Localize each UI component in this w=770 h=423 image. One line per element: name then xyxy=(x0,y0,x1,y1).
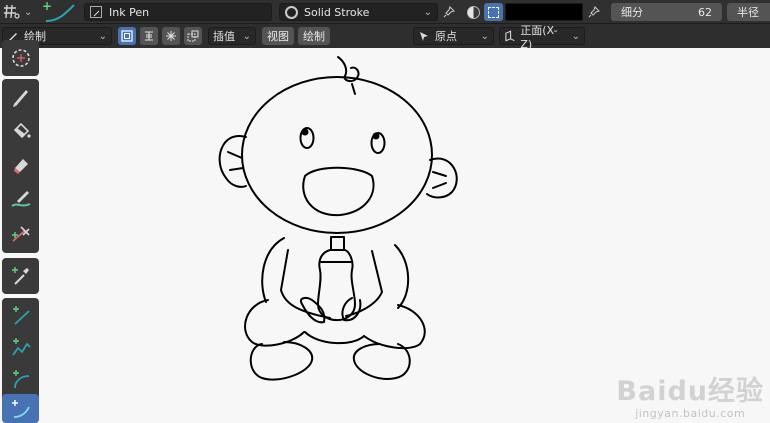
mouth-stroke xyxy=(302,166,375,217)
watermark-logo: Baidu经验 xyxy=(616,376,764,407)
header-bar: ⌄ + Ink Pen Solid Stroke ⌄ 细分 62 半径 xyxy=(0,0,770,24)
thickness-value: 62 xyxy=(698,5,712,19)
hair-curl-stroke xyxy=(337,56,360,95)
left-arm-stroke xyxy=(280,249,331,319)
drawing-plane-selector[interactable]: 正面(X-Z) ⌄ xyxy=(499,24,585,51)
arc-tool[interactable] xyxy=(2,362,39,396)
viewport-canvas[interactable]: Baidu经验 jingyan.baidu.com xyxy=(0,48,770,423)
radius-label: 半径 xyxy=(737,6,759,19)
primitive-tool-group xyxy=(2,298,39,423)
left-pupil xyxy=(301,128,309,136)
select-tool-group xyxy=(2,40,39,76)
material-ring-icon xyxy=(285,5,298,19)
draw-tool[interactable] xyxy=(2,80,39,114)
cutter-tool[interactable] xyxy=(2,216,39,250)
thickness-label: 细分 xyxy=(621,6,643,19)
brush-name: Ink Pen xyxy=(109,5,150,19)
cutter-icon xyxy=(11,226,30,242)
polyline-tool[interactable] xyxy=(2,330,39,364)
view-label: 视图 xyxy=(267,30,289,43)
grease-pencil-editor-icon xyxy=(4,4,20,19)
chevron-down-icon: ⌄ xyxy=(423,6,432,18)
stroke-color-swatch[interactable] xyxy=(505,3,583,21)
brush-datablock-icon xyxy=(90,6,102,18)
chevron-down-icon: ⌄ xyxy=(24,6,33,18)
material-selector[interactable]: Solid Stroke ⌄ xyxy=(279,3,438,21)
eyedropper-tool-group xyxy=(2,258,39,294)
chevron-down-icon: ⌄ xyxy=(480,30,489,42)
tint-tool[interactable] xyxy=(2,182,39,216)
chevron-down-icon: ⌄ xyxy=(98,30,107,42)
brush-selector[interactable]: Ink Pen xyxy=(84,3,272,21)
material-mode-icon[interactable] xyxy=(484,3,503,21)
left-ear-detail xyxy=(227,151,244,171)
svg-text:+: + xyxy=(42,1,52,13)
draw-icon xyxy=(12,90,28,107)
toggle-additive-icon[interactable] xyxy=(140,27,158,45)
origin-label: 原点 xyxy=(435,30,457,43)
thickness-field[interactable]: 细分 62 xyxy=(611,3,722,21)
polyline-icon xyxy=(11,338,31,356)
arc-icon xyxy=(12,370,29,389)
draw-menu-button[interactable]: 绘制 xyxy=(298,27,330,45)
stroke-origin-selector[interactable]: 原点 ⌄ xyxy=(413,27,494,45)
erase-icon xyxy=(13,159,28,174)
curve-tool[interactable] xyxy=(2,394,39,423)
vertex-color-mode-icon[interactable] xyxy=(464,3,482,21)
head-stroke xyxy=(241,76,433,234)
baby-drawing xyxy=(218,56,458,381)
watermark-url: jingyan.baidu.com xyxy=(635,407,746,420)
right-foot-stroke xyxy=(352,343,411,380)
chevron-down-icon: ⌄ xyxy=(242,30,251,42)
pin-icon[interactable] xyxy=(440,3,458,21)
line-icon xyxy=(12,306,30,325)
watermark: Baidu经验 jingyan.baidu.com xyxy=(616,376,764,421)
right-ear-detail xyxy=(432,171,447,189)
toggle-multiframe-icon[interactable] xyxy=(184,27,202,45)
interpolate-menu[interactable]: 插值 ⌄ xyxy=(208,27,256,45)
left-hand-stroke xyxy=(300,296,326,324)
radius-field[interactable]: 半径 xyxy=(727,3,770,21)
brush-preview-icon[interactable]: + xyxy=(38,1,78,23)
chevron-down-icon: ⌄ xyxy=(571,30,580,42)
crotch-stroke xyxy=(304,331,365,345)
right-hand-stroke xyxy=(341,297,362,322)
bottle-cap-stroke xyxy=(330,236,345,251)
eyedropper-tool[interactable] xyxy=(2,259,39,293)
fill-tool[interactable] xyxy=(2,114,39,148)
select-circle-tool[interactable] xyxy=(2,41,39,75)
line-tool[interactable] xyxy=(2,298,39,332)
left-foot-stroke xyxy=(249,341,314,381)
draw-label: 绘制 xyxy=(303,30,325,43)
editor-type-selector[interactable]: ⌄ xyxy=(2,3,34,21)
tool-settings-bar: 绘制 ⌄ 插值 ⌄ 视图 绘制 原点 ⌄ 正面(X-Z) ⌄ xyxy=(0,24,770,51)
draw-tool-group xyxy=(2,79,39,253)
right-leg-stroke xyxy=(363,304,426,350)
pin-icon[interactable] xyxy=(585,3,603,21)
toggle-auto-merge-icon[interactable] xyxy=(162,27,180,45)
plane-icon xyxy=(505,30,515,42)
curve-icon xyxy=(11,399,30,418)
interpolate-label: 插值 xyxy=(213,30,235,43)
view-menu-button[interactable]: 视图 xyxy=(262,27,294,45)
toggle-draw-on-back-icon[interactable] xyxy=(118,27,136,45)
bottle-stroke xyxy=(317,249,356,321)
plane-label: 正面(X-Z) xyxy=(520,23,558,51)
select-circle-icon xyxy=(11,49,30,67)
right-pupil xyxy=(372,132,380,140)
arrow-icon xyxy=(420,32,428,41)
material-name: Solid Stroke xyxy=(304,5,370,19)
tint-icon xyxy=(10,191,30,207)
erase-tool[interactable] xyxy=(2,148,39,182)
fill-icon xyxy=(13,122,31,139)
eyedropper-icon xyxy=(11,267,29,285)
